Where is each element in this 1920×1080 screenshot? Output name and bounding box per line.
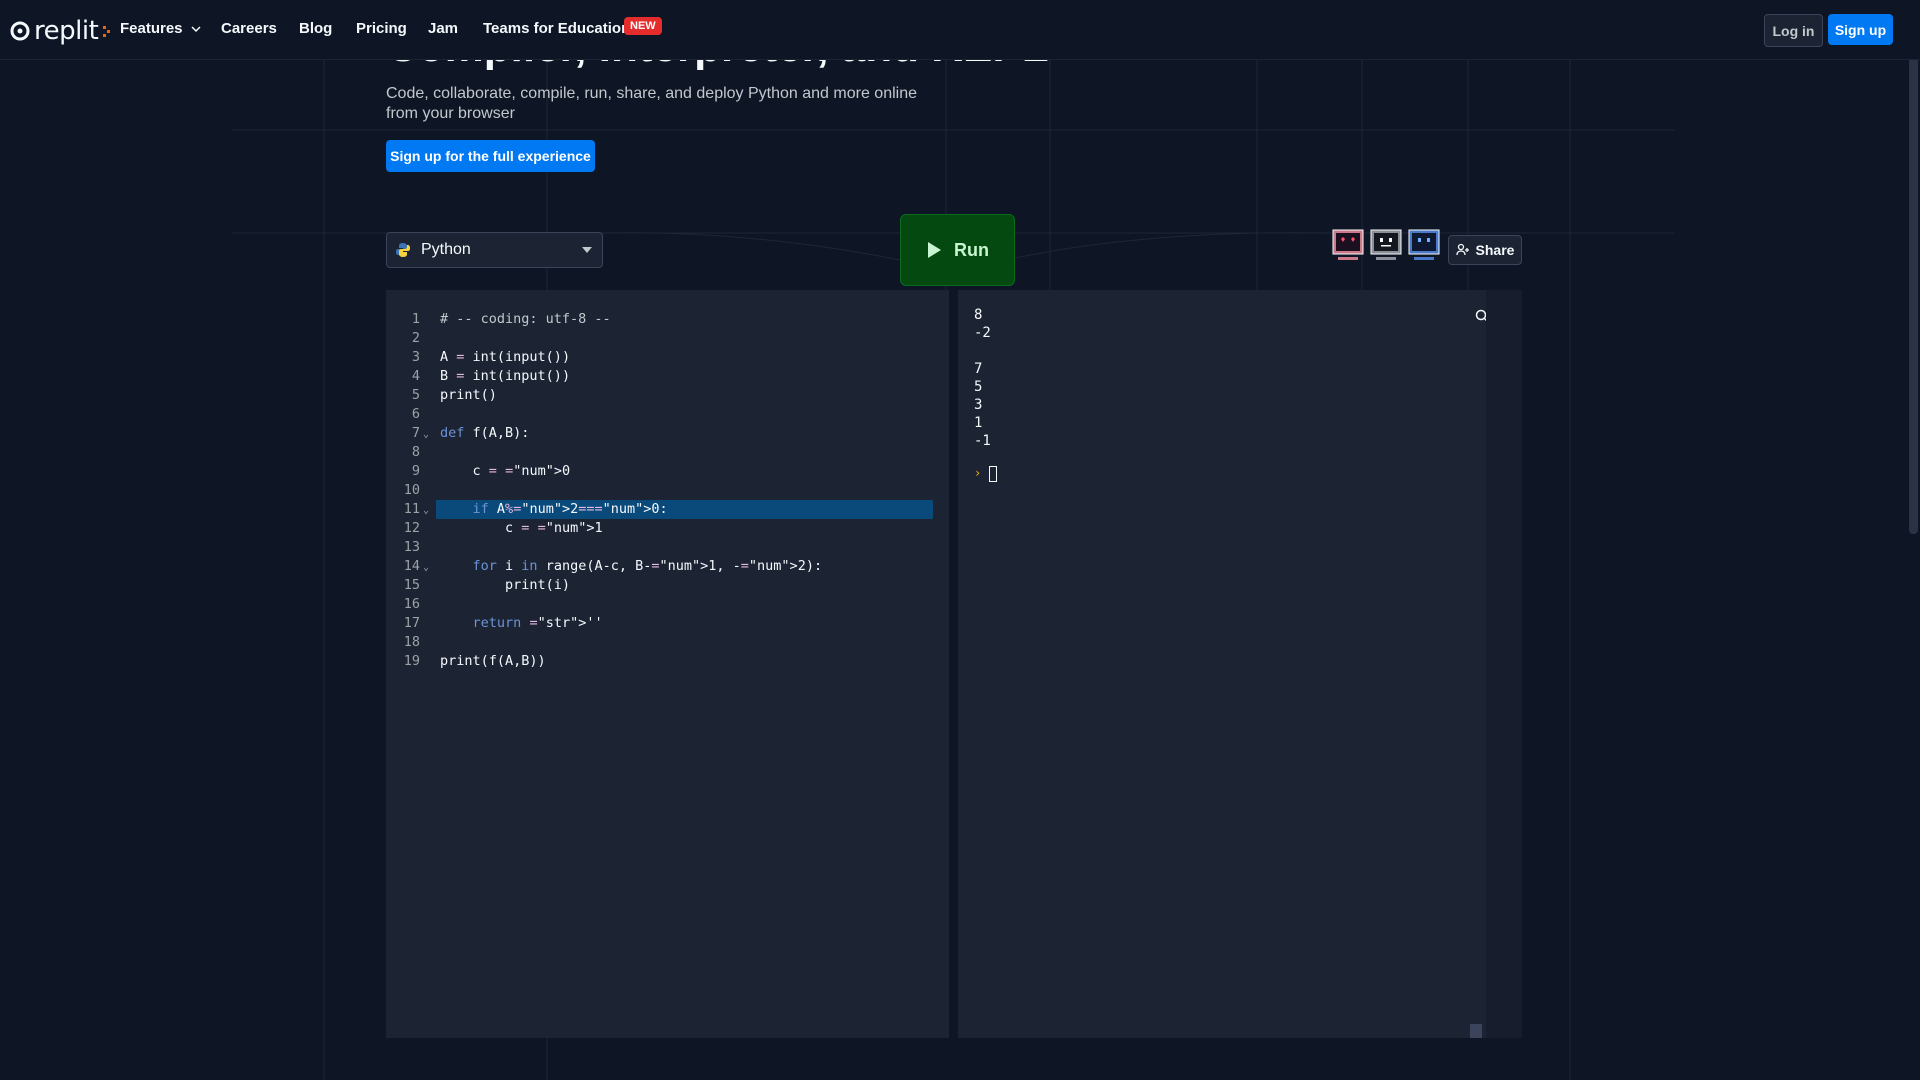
code-line[interactable]: 8 — [386, 443, 949, 462]
code-text: for i in range(A-c, B-="num">1, -="num">… — [472, 558, 823, 574]
line-number: 14 — [403, 558, 420, 574]
line-number: 4 — [411, 368, 420, 384]
share-button[interactable]: Share — [1448, 235, 1522, 265]
new-badge: NEW — [624, 17, 662, 35]
code-text: return ="str">'' — [472, 615, 603, 631]
code-line[interactable]: 9 c = ="num">0 — [386, 462, 949, 481]
run-button[interactable]: Run — [900, 214, 1015, 286]
console-output-line: -1 — [974, 433, 991, 449]
console-output-line: 7 — [974, 361, 983, 377]
code-editor[interactable]: 1 # -- coding: utf-8 -- 2 3 A = int(input())… — [386, 290, 949, 1038]
code-text: c = ="num">1 — [440, 520, 603, 536]
nav-teams-for-education[interactable]: Teams for Education — [483, 20, 630, 37]
code-line[interactable]: 18 — [386, 633, 949, 652]
line-number: 16 — [403, 596, 420, 612]
line-number: 12 — [403, 520, 420, 536]
play-icon — [928, 242, 941, 258]
code-text: A = int(input()) — [440, 349, 571, 365]
code-line[interactable]: 1 # -- coding: utf-8 -- — [386, 310, 949, 329]
fold-chevron-icon[interactable]: ⌄ — [423, 501, 429, 520]
console-output-line: 5 — [974, 379, 983, 395]
line-number: 10 — [403, 482, 420, 498]
code-line[interactable]: 14 ⌄ for i in range(A-c, B-="num">1, -="n… — [386, 557, 949, 576]
nav-pricing[interactable]: Pricing — [356, 20, 407, 37]
code-text: print() — [440, 387, 497, 403]
signup-full-experience-button[interactable]: Sign up for the full experience — [386, 140, 595, 172]
line-number: 7 — [411, 425, 420, 441]
code-text: B = int(input()) — [440, 368, 571, 384]
line-number: 1 — [411, 311, 420, 327]
page-scrollbar-thumb[interactable] — [1909, 10, 1918, 534]
console-output-line: 8 — [974, 307, 983, 323]
avatar-neutral-icon[interactable] — [1370, 229, 1402, 265]
share-label: Share — [1475, 242, 1515, 258]
nav-features-label: Features — [120, 20, 183, 37]
code-line[interactable]: 13 — [386, 538, 949, 557]
fold-chevron-icon[interactable]: ⌄ — [423, 425, 429, 444]
run-label: Run — [954, 239, 989, 260]
code-line[interactable]: 16 — [386, 595, 949, 614]
line-number: 8 — [411, 444, 420, 460]
nav-careers[interactable]: Careers — [221, 20, 277, 37]
add-user-icon — [1455, 243, 1469, 256]
fold-chevron-icon[interactable]: ⌄ — [423, 558, 429, 577]
console-scrollbar[interactable] — [1470, 1024, 1482, 1038]
login-button[interactable]: Log in — [1764, 14, 1823, 47]
hero-subtitle: Code, collaborate, compile, run, share, … — [386, 85, 917, 122]
code-text: # -- coding: utf-8 -- — [440, 311, 611, 327]
nav-features[interactable]: Features — [120, 20, 201, 37]
console-prompt-icon: › — [974, 466, 982, 480]
line-number: 18 — [403, 634, 420, 650]
code-text: c = ="num">0 — [440, 463, 571, 479]
code-line[interactable]: 7 ⌄ def f(A,B): — [386, 424, 949, 443]
code-line[interactable]: 17 return ="str">'' — [386, 614, 949, 633]
replit-logo-icon — [10, 21, 30, 41]
code-line[interactable]: 3 A = int(input()) — [386, 348, 949, 367]
python-icon — [396, 243, 410, 257]
logo-text: replit — [34, 16, 99, 46]
line-number: 15 — [403, 577, 420, 593]
console-output[interactable]: ✕ › 8-27531-1 — [958, 290, 1510, 1038]
code-line[interactable]: 5 print() — [386, 386, 949, 405]
avatar-heart-eyes-icon[interactable] — [1332, 229, 1364, 265]
language-select[interactable]: Python — [386, 232, 603, 268]
avatar-blue-icon[interactable] — [1408, 229, 1440, 265]
console-output-line: 1 — [974, 415, 983, 431]
code-line[interactable]: 2 — [386, 329, 949, 348]
line-number: 11 — [403, 501, 420, 517]
console-output-line: -2 — [974, 325, 991, 341]
avatar-group — [1332, 229, 1440, 265]
caret-down-icon — [582, 247, 592, 253]
code-line[interactable]: 11 ⌄ if A%="num">2==="num">0: — [386, 500, 949, 519]
code-text: print(f(A,B)) — [440, 653, 546, 669]
signup-button[interactable]: Sign up — [1828, 14, 1893, 45]
console-cursor[interactable] — [989, 466, 997, 482]
nav-jam[interactable]: Jam — [428, 20, 458, 37]
line-number: 9 — [411, 463, 420, 479]
logo-dots-icon — [103, 26, 111, 37]
code-text: if A%="num">2==="num">0: — [472, 501, 668, 517]
line-number: 17 — [403, 615, 420, 631]
line-number: 6 — [411, 406, 420, 422]
line-number: 19 — [403, 653, 420, 669]
code-line[interactable]: 12 c = ="num">1 — [386, 519, 949, 538]
code-line[interactable]: 4 B = int(input()) — [386, 367, 949, 386]
code-line[interactable]: 15 print(i) — [386, 576, 949, 595]
code-text: print(i) — [440, 577, 571, 593]
code-text: def f(A,B): — [440, 425, 530, 441]
nav-blog[interactable]: Blog — [299, 20, 332, 37]
line-number: 3 — [411, 349, 420, 365]
console-output-line: 3 — [974, 397, 983, 413]
line-number: 2 — [411, 330, 420, 346]
line-number: 5 — [411, 387, 420, 403]
line-number: 13 — [403, 539, 420, 555]
code-line[interactable]: 6 — [386, 405, 949, 424]
code-line[interactable]: 10 — [386, 481, 949, 500]
chevron-down-icon — [191, 26, 201, 33]
replit-logo[interactable]: replit — [10, 16, 112, 46]
code-line[interactable]: 19 print(f(A,B)) — [386, 652, 949, 671]
top-navbar: replit Features Careers Blog Pricing Jam… — [0, 0, 1920, 60]
console-side-strip — [1486, 290, 1522, 1038]
language-label: Python — [421, 241, 471, 258]
